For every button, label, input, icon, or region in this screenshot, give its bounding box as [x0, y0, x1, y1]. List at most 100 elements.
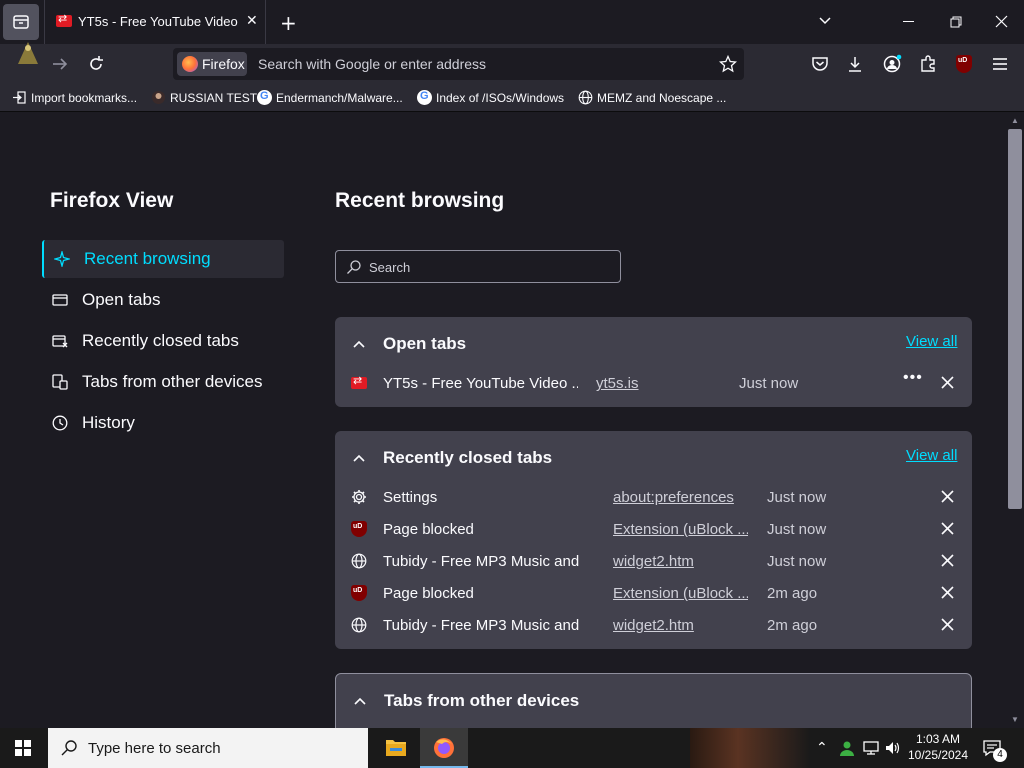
back-button-icon[interactable]	[14, 40, 42, 68]
sidebar-item-label: Recently closed tabs	[82, 331, 239, 350]
restore-button[interactable]	[950, 16, 962, 28]
search-input[interactable]: Search	[335, 250, 621, 283]
pocket-icon[interactable]	[810, 54, 830, 74]
chevron-up-icon[interactable]	[352, 337, 366, 351]
bookmark-label: Import bookmarks...	[31, 91, 138, 105]
tab-title: Tubidy - Free MP3 Music and ...	[383, 553, 583, 570]
more-options-icon[interactable]: •••	[903, 369, 923, 387]
list-item[interactable]: Tubidy - Free MP3 Music and ... widget2.…	[335, 609, 972, 641]
ublock-icon[interactable]	[956, 55, 972, 73]
gear-icon	[352, 490, 366, 504]
downloads-icon[interactable]	[845, 54, 865, 74]
tab-time: 2m ago	[767, 585, 818, 602]
taskbar-search-box[interactable]: Type here to search	[48, 728, 368, 768]
taskbar-file-explorer[interactable]	[372, 728, 420, 768]
tab-url[interactable]: Extension (uBlock ...	[613, 585, 748, 602]
tab-url[interactable]: about:preferences	[613, 489, 748, 506]
tab-url[interactable]: widget2.htm	[613, 553, 748, 570]
identity-box[interactable]: Firefox	[177, 52, 247, 76]
card-title: Recently closed tabs	[383, 448, 553, 467]
list-tabs-chevron-icon[interactable]	[818, 14, 832, 28]
search-placeholder: Search	[369, 260, 411, 275]
close-icon[interactable]	[941, 490, 954, 503]
user-tray-icon[interactable]	[838, 739, 856, 757]
extensions-icon[interactable]	[918, 54, 938, 74]
start-button[interactable]	[15, 740, 31, 756]
minimize-button[interactable]	[903, 21, 914, 22]
globe-icon	[351, 553, 367, 569]
sidebar-item-recently-closed[interactable]: Recently closed tabs	[42, 322, 284, 360]
network-icon[interactable]	[862, 739, 880, 757]
menu-icon[interactable]	[990, 54, 1010, 74]
tab-time: Just now	[767, 521, 827, 538]
scroll-up-icon[interactable]: ▲	[1011, 116, 1019, 125]
google-icon	[257, 90, 272, 105]
taskbar-wallpaper-area	[690, 728, 810, 768]
sidebar-item-recent-browsing[interactable]: Recent browsing	[42, 240, 284, 278]
chevron-up-icon[interactable]	[353, 694, 367, 708]
tab-close-icon[interactable]: ✕	[246, 13, 258, 29]
firefox-view-icon	[13, 15, 29, 29]
scrollbar[interactable]: ▲ ▼	[1006, 113, 1024, 728]
clock-time: 1:03 AM	[915, 732, 961, 746]
import-icon	[13, 91, 26, 104]
new-tab-button[interactable]: +	[280, 11, 297, 35]
scroll-down-icon[interactable]: ▼	[1011, 715, 1019, 724]
list-item[interactable]: Settings about:preferences Just now	[335, 481, 972, 513]
close-icon[interactable]	[941, 522, 954, 535]
tab-time: Just now	[767, 553, 827, 570]
sidebar-item-label: Recent browsing	[84, 249, 211, 268]
sparkle-icon	[54, 251, 70, 267]
window-icon	[52, 294, 68, 306]
address-input[interactable]: Search with Google or enter address	[258, 56, 486, 72]
forward-icon[interactable]	[50, 54, 70, 74]
tab-time: Just now	[739, 375, 799, 392]
bookmark-label: MEMZ and Noescape ...	[597, 91, 727, 105]
account-icon[interactable]	[882, 54, 902, 74]
volume-icon[interactable]	[884, 739, 902, 757]
system-clock[interactable]: 1:03 AM 10/25/2024	[906, 731, 970, 763]
sidebar-item-open-tabs[interactable]: Open tabs	[42, 281, 284, 319]
sidebar-item-other-devices[interactable]: Tabs from other devices	[42, 363, 284, 401]
scrollbar-thumb[interactable]	[1008, 129, 1022, 509]
close-icon[interactable]	[941, 376, 954, 389]
bookmark-star-icon[interactable]	[719, 55, 737, 73]
address-bar[interactable]: Firefox Search with Google or enter addr…	[173, 48, 744, 80]
tray-chevron-up-icon[interactable]: ⌃	[816, 740, 828, 756]
sidebar-title: Firefox View	[50, 189, 174, 212]
browser-tab[interactable]: YT5s - Free YouTube Video Dow ✕	[44, 0, 266, 44]
view-all-link[interactable]: View all	[906, 447, 957, 464]
search-icon	[61, 740, 77, 756]
card-title: Open tabs	[383, 334, 467, 353]
notification-center-button[interactable]: 4	[982, 738, 1007, 762]
tab-title: YT5s - Free YouTube Video ...	[383, 375, 578, 392]
sidebar-item-history[interactable]: History	[42, 404, 284, 442]
list-item[interactable]: YT5s - Free YouTube Video ... yt5s.is Ju…	[335, 367, 972, 399]
view-all-link[interactable]: View all	[906, 333, 957, 350]
taskbar-firefox[interactable]	[420, 728, 468, 768]
bookmark-label: Index of /ISOs/Windows	[436, 91, 565, 105]
folder-icon	[386, 740, 406, 756]
yt5s-icon	[351, 374, 367, 389]
sidebar-item-label: History	[82, 413, 135, 432]
list-item[interactable]: Page blocked Extension (uBlock ... Just …	[335, 513, 972, 545]
tab-title: Page blocked	[383, 521, 474, 538]
list-item[interactable]: Tubidy - Free MP3 Music and ... widget2.…	[335, 545, 972, 577]
close-icon[interactable]	[941, 618, 954, 631]
tab-url[interactable]: Extension (uBlock ...	[613, 521, 748, 538]
tab-url[interactable]: yt5s.is	[596, 375, 731, 392]
tab-title: Tubidy - Free MP3 Music and ...	[383, 617, 583, 634]
chevron-up-icon[interactable]	[352, 451, 366, 465]
close-icon[interactable]	[941, 554, 954, 567]
navigation-toolbar: Firefox Search with Google or enter addr…	[0, 42, 1024, 84]
reload-icon[interactable]	[86, 54, 106, 74]
close-icon[interactable]	[941, 586, 954, 599]
other-devices-card: Tabs from other devices	[335, 673, 972, 728]
window-close-button[interactable]	[995, 15, 1008, 28]
notification-count-badge: 4	[993, 748, 1007, 762]
ublock-icon	[351, 521, 367, 537]
tab-url[interactable]: widget2.htm	[613, 617, 748, 634]
list-item[interactable]: Page blocked Extension (uBlock ... 2m ag…	[335, 577, 972, 609]
tab-strip: YT5s - Free YouTube Video Dow ✕ +	[0, 0, 1024, 44]
firefox-view-button[interactable]	[3, 4, 39, 40]
